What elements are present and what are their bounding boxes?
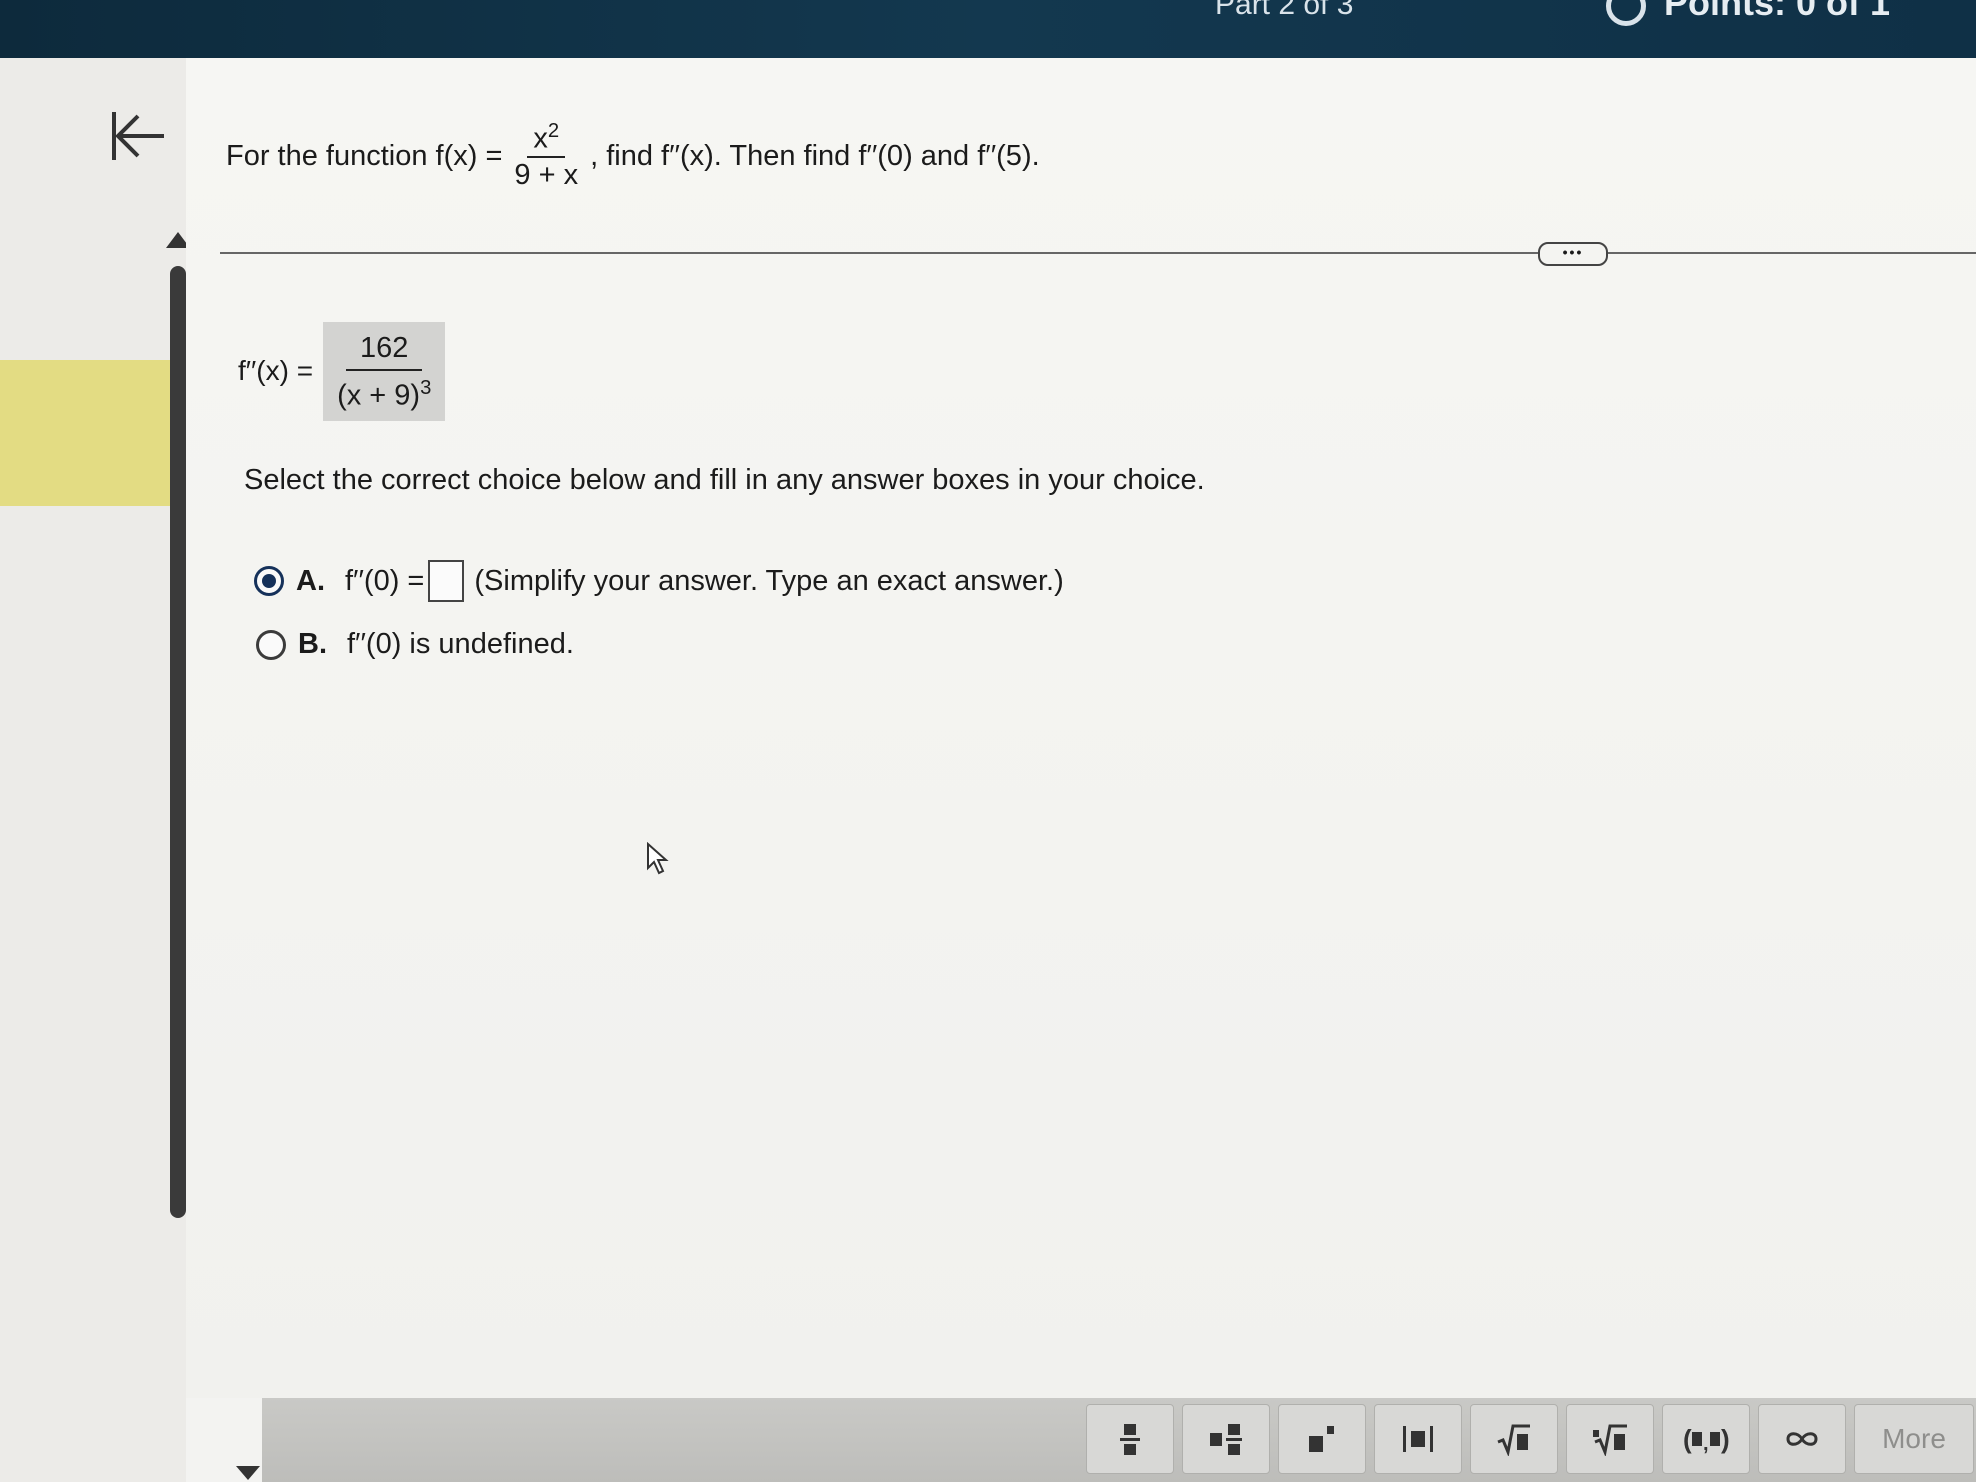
function-fraction: x2 9 + x [508, 120, 584, 193]
part-indicator: Part 2 of 3 [1215, 0, 1354, 21]
expand-more-button[interactable]: ••• [1538, 242, 1608, 266]
mixed-number-button[interactable] [1182, 1404, 1270, 1474]
top-bar: Part 2 of 3 Points: 0 of 1 [0, 0, 1976, 58]
choice-letter: A. [296, 564, 325, 597]
choice-a-prefix: f′′(0) = [345, 564, 425, 597]
question-text: For the function f(x) = x2 9 + x , find … [226, 120, 1040, 193]
progress-circle-icon [1606, 0, 1646, 26]
radio-selected-dot-icon [262, 574, 276, 588]
exponent-button[interactable] [1278, 1404, 1366, 1474]
ordered-pair-button[interactable]: ( , ) [1662, 1404, 1750, 1474]
ordered-pair-icon: ( , ) [1683, 1424, 1729, 1455]
svg-text:,: , [1703, 1433, 1709, 1455]
mixed-number-icon [1210, 1424, 1242, 1455]
svg-text:(: ( [1683, 1424, 1692, 1454]
left-panel [0, 58, 186, 1482]
previous-answer: f′′(x) = 162 (x + 9)3 [238, 322, 446, 421]
choice-a-hint: (Simplify your answer. Type an exact ans… [474, 564, 1064, 597]
points-indicator: Points: 0 of 1 [1664, 0, 1891, 23]
scroll-down-arrow-icon[interactable] [236, 1466, 260, 1480]
absolute-value-button[interactable] [1374, 1404, 1462, 1474]
scrollbar-thumb[interactable] [170, 266, 186, 1218]
radio-a[interactable] [254, 566, 284, 596]
nth-root-icon [1593, 1424, 1627, 1456]
section-divider [220, 252, 1976, 254]
answer-numerator: 162 [346, 328, 423, 371]
fraction-button[interactable] [1086, 1404, 1174, 1474]
instruction-text: Select the correct choice below and fill… [244, 464, 1205, 496]
choice-b-text: f′′(0) is undefined. [347, 628, 574, 660]
choice-a[interactable]: A. f′′(0) = (Simplify your answer. Type … [254, 560, 1064, 602]
first-page-arrow-icon [112, 112, 164, 160]
answer-fraction: 162 (x + 9)3 [323, 322, 446, 421]
back-to-start-button[interactable] [108, 108, 168, 164]
absolute-value-icon [1403, 1426, 1433, 1452]
highlight-band [0, 360, 176, 506]
exponent-icon [1309, 1426, 1334, 1452]
question-suffix: , find f′′(x). Then find f′′(0) and f′′(… [590, 139, 1040, 172]
fraction-numerator: x2 [527, 120, 566, 158]
mouse-pointer-icon [647, 842, 669, 875]
answer-denominator: (x + 9)3 [337, 377, 432, 412]
more-tools-button[interactable]: More [1854, 1404, 1974, 1474]
svg-text:): ) [1721, 1424, 1729, 1454]
fraction-icon [1120, 1424, 1140, 1455]
fraction-denominator: 9 + x [514, 159, 579, 191]
choice-b[interactable]: B. f′′(0) is undefined. [256, 628, 574, 661]
answer-lhs: f′′(x) = [238, 355, 314, 387]
answer-input[interactable] [428, 560, 465, 602]
square-root-icon [1497, 1424, 1530, 1456]
infinity-button[interactable] [1758, 1404, 1846, 1474]
infinity-icon [1786, 1432, 1818, 1446]
square-root-button[interactable] [1470, 1404, 1558, 1474]
nth-root-button[interactable] [1566, 1404, 1654, 1474]
question-prefix: For the function f(x) = [226, 139, 503, 172]
choice-letter: B. [298, 628, 327, 660]
radio-b[interactable] [256, 629, 286, 660]
question-pane [186, 58, 1976, 1398]
